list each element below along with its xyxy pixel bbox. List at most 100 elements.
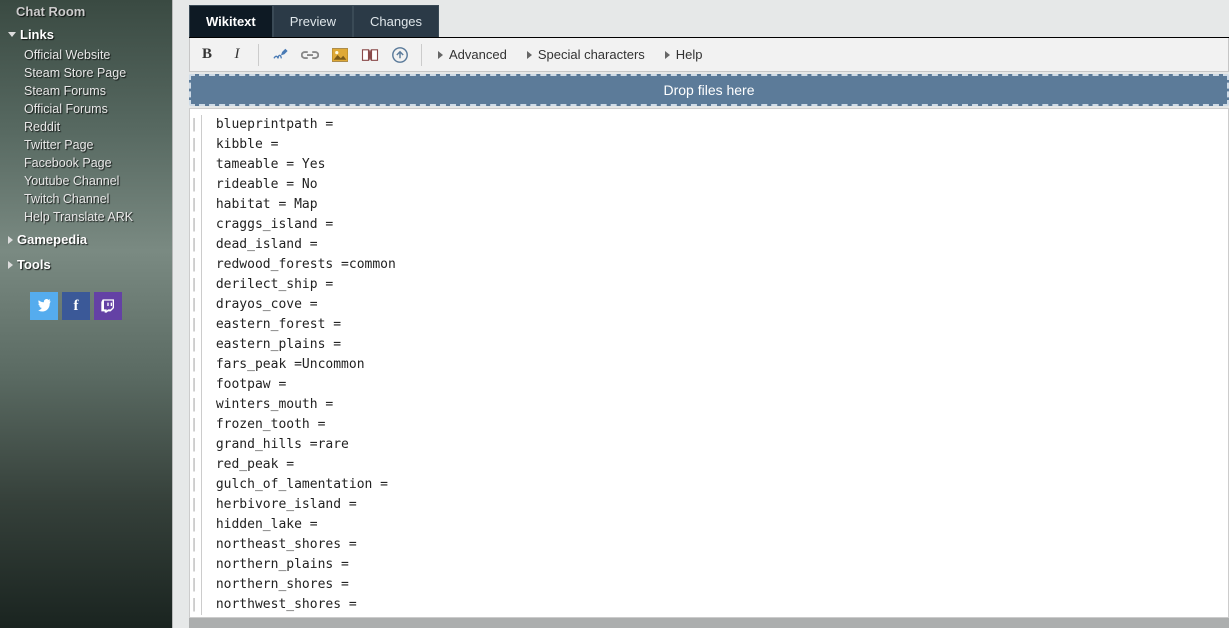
wikitext-editor[interactable]: | blueprintpath =| kibble =| tameable = … xyxy=(189,108,1229,618)
signature-icon[interactable] xyxy=(269,44,291,66)
sidebar-section-label: Gamepedia xyxy=(17,232,87,247)
editor-text: frozen_tooth = xyxy=(208,415,325,435)
italic-button[interactable]: I xyxy=(226,44,248,66)
gutter: | xyxy=(190,355,202,375)
editor-line[interactable]: | frozen_tooth = xyxy=(190,415,1220,435)
editor-text: fars_peak =Uncommon xyxy=(208,355,365,375)
editor-line[interactable]: | fars_peak =Uncommon xyxy=(190,355,1220,375)
advanced-expander[interactable]: Advanced xyxy=(432,47,513,62)
sidebar: Chat Room Links Official Website Steam S… xyxy=(0,0,172,628)
editor-text: drayos_cove = xyxy=(208,295,318,315)
gutter: | xyxy=(190,195,202,215)
editor-line[interactable]: | northeast_shores = xyxy=(190,535,1220,555)
sidebar-link[interactable]: Help Translate ARK xyxy=(6,208,172,226)
file-dropzone[interactable]: Drop files here xyxy=(189,74,1229,106)
sidebar-link[interactable]: Youtube Channel xyxy=(6,172,172,190)
gutter: | xyxy=(190,475,202,495)
caret-down-icon xyxy=(8,32,16,37)
editor-line[interactable]: | derilect_ship = xyxy=(190,275,1220,295)
editor-text: craggs_island = xyxy=(208,215,333,235)
editor-text: habitat = Map xyxy=(208,195,318,215)
gutter: | xyxy=(190,275,202,295)
editor-line[interactable]: | kibble = xyxy=(190,135,1220,155)
editor-text: grand_hills =rare xyxy=(208,435,349,455)
editor-line[interactable]: | drayos_cove = xyxy=(190,295,1220,315)
editor-line[interactable]: | rideable = No xyxy=(190,175,1220,195)
editor-line[interactable]: | red_peak = xyxy=(190,455,1220,475)
embed-file-icon[interactable] xyxy=(329,44,351,66)
editor-text: eastern_forest = xyxy=(208,315,341,335)
facebook-icon[interactable]: f xyxy=(62,292,90,320)
gutter: | xyxy=(190,155,202,175)
editor-line[interactable]: | gulch_of_lamentation = xyxy=(190,475,1220,495)
gutter: | xyxy=(190,435,202,455)
sidebar-section-label: Tools xyxy=(17,257,51,272)
link-icon[interactable] xyxy=(299,44,321,66)
gutter: | xyxy=(190,575,202,595)
sidebar-link[interactable]: Twitch Channel xyxy=(6,190,172,208)
editor-line[interactable]: | northwest_shores = xyxy=(190,595,1220,615)
bold-button[interactable]: B xyxy=(196,44,218,66)
gutter: | xyxy=(190,515,202,535)
editor-tabs: Wikitext Preview Changes xyxy=(189,6,1229,38)
editor-text: northeast_shores = xyxy=(208,535,357,555)
editor-line[interactable]: | tameable = Yes xyxy=(190,155,1220,175)
editor-line[interactable]: | herbivore_island = xyxy=(190,495,1220,515)
sidebar-section-gamepedia[interactable]: Gamepedia xyxy=(6,226,172,251)
editor-text: rideable = No xyxy=(208,175,318,195)
reference-icon[interactable] xyxy=(359,44,381,66)
editor-line[interactable]: | northern_plains = xyxy=(190,555,1220,575)
sidebar-item-chat[interactable]: Chat Room xyxy=(6,2,172,21)
editor-line[interactable]: | redwood_forests =common xyxy=(190,255,1220,275)
editor-line[interactable]: | eastern_forest = xyxy=(190,315,1220,335)
shadow xyxy=(189,618,1229,628)
editor-text: herbivore_island = xyxy=(208,495,357,515)
editor-text: redwood_forests =common xyxy=(208,255,396,275)
sidebar-link[interactable]: Official Website xyxy=(6,46,172,64)
caret-right-icon xyxy=(665,51,670,59)
twitch-icon[interactable] xyxy=(94,292,122,320)
editor-text: northern_plains = xyxy=(208,555,349,575)
caret-right-icon xyxy=(527,51,532,59)
gutter: | xyxy=(190,555,202,575)
editor-line[interactable]: | craggs_island = xyxy=(190,215,1220,235)
editor-line[interactable]: | northern_shores = xyxy=(190,575,1220,595)
upload-icon[interactable] xyxy=(389,44,411,66)
editor-line[interactable]: | dead_island = xyxy=(190,235,1220,255)
sidebar-section-tools[interactable]: Tools xyxy=(6,251,172,276)
editor-line[interactable]: | eastern_plains = xyxy=(190,335,1220,355)
gutter: | xyxy=(190,535,202,555)
gutter: | xyxy=(190,395,202,415)
editor-line[interactable]: | hidden_lake = xyxy=(190,515,1220,535)
editor-line[interactable]: | footpaw = xyxy=(190,375,1220,395)
caret-right-icon xyxy=(8,261,13,269)
tab-changes[interactable]: Changes xyxy=(353,5,439,37)
special-chars-expander[interactable]: Special characters xyxy=(521,47,651,62)
help-expander[interactable]: Help xyxy=(659,47,709,62)
twitter-icon[interactable] xyxy=(30,292,58,320)
editor-line[interactable]: | blueprintpath = xyxy=(190,115,1220,135)
sidebar-link[interactable]: Steam Forums xyxy=(6,82,172,100)
gutter: | xyxy=(190,255,202,275)
sidebar-link[interactable]: Facebook Page xyxy=(6,154,172,172)
gutter: | xyxy=(190,335,202,355)
sidebar-link[interactable]: Steam Store Page xyxy=(6,64,172,82)
tab-wikitext[interactable]: Wikitext xyxy=(189,5,273,37)
sidebar-section-label: Links xyxy=(20,27,54,42)
sidebar-link[interactable]: Reddit xyxy=(6,118,172,136)
gutter: | xyxy=(190,235,202,255)
editor-line[interactable]: | habitat = Map xyxy=(190,195,1220,215)
editor-line[interactable]: | grand_hills =rare xyxy=(190,435,1220,455)
editor-text: gulch_of_lamentation = xyxy=(208,475,388,495)
tab-preview[interactable]: Preview xyxy=(273,5,353,37)
gutter: | xyxy=(190,495,202,515)
expander-label: Advanced xyxy=(449,47,507,62)
gutter: | xyxy=(190,375,202,395)
separator xyxy=(421,44,422,66)
sidebar-link[interactable]: Official Forums xyxy=(6,100,172,118)
sidebar-section-links[interactable]: Links xyxy=(6,21,172,46)
editor-text: northern_shores = xyxy=(208,575,349,595)
gutter: | xyxy=(190,115,202,135)
sidebar-link[interactable]: Twitter Page xyxy=(6,136,172,154)
editor-line[interactable]: | winters_mouth = xyxy=(190,395,1220,415)
